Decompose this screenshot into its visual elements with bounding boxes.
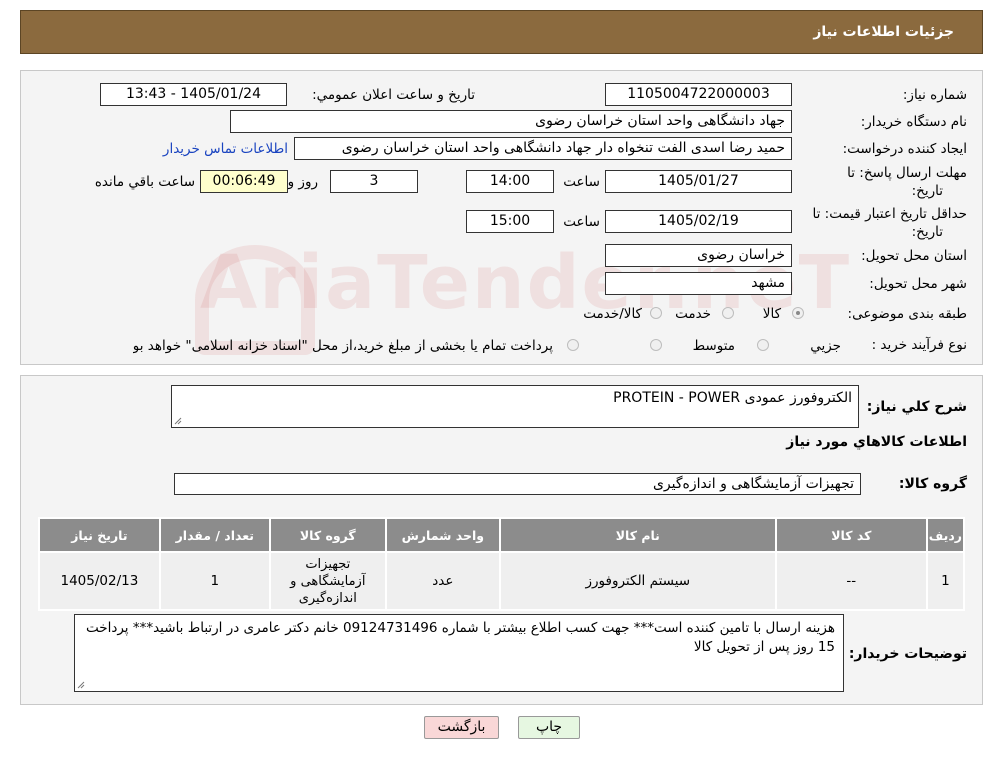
category-radio-goods[interactable] (792, 307, 804, 319)
cell-row: 1 (925, 551, 966, 611)
col-date: تاریخ نیاز (38, 517, 161, 553)
col-row: رديف (925, 517, 966, 553)
countdown-field: 00:06:49 (200, 170, 288, 193)
reply-time-label: ساعت (563, 174, 600, 190)
days-remaining-field: 3 (330, 170, 418, 193)
resize-grip-icon[interactable] (77, 681, 85, 689)
reply-deadline-label: مهلت ارسال پاسخ: تا (847, 165, 967, 181)
cell-date: 1405/02/13 (38, 551, 161, 611)
resize-grip-icon[interactable] (174, 417, 182, 425)
goods-info-heading: اطلاعات كالاهاي مورد نياز (786, 434, 967, 450)
table-row: 1 -- سیستم الکتروفورز عدد تجهیزات آزمایش… (38, 551, 966, 611)
purchase-radio-medium[interactable] (650, 339, 662, 351)
cell-name: سیستم الکتروفورز (498, 551, 777, 611)
days-and-label: روز و (287, 174, 318, 190)
cell-code: -- (774, 551, 928, 611)
validity-label: حداقل تاريخ اعتبار قيمت: تا (812, 206, 967, 222)
city-field: مشهد (605, 272, 792, 295)
reply-date-field: 1405/01/27 (605, 170, 792, 193)
purchase-note: پرداخت تمام يا بخشی از مبلغ خريد،از محل … (133, 338, 553, 354)
category-option-goods-service: کالا/خدمت (583, 306, 642, 322)
province-label: استان محل تحويل: (861, 248, 967, 264)
category-option-service: خدمت (675, 306, 711, 322)
announce-datetime-field: 1405/01/24 - 13:43 (100, 83, 287, 106)
reply-deadline-label-2: تاریخ: (911, 183, 943, 199)
general-desc-text: الکتروفورز عمودی PROTEIN - POWER (613, 390, 852, 406)
page-title: جزئیات اطلاعات نیاز (813, 24, 954, 40)
buyer-notes-text: هزینه ارسال با تامین کننده است*** جهت کس… (85, 620, 835, 655)
province-field: خراسان رضوی (605, 244, 792, 267)
cell-group: تجهیزات آزمایشگاهی و اندازه‌گیری (268, 551, 387, 611)
page-header: جزئیات اطلاعات نیاز (20, 10, 983, 54)
goods-group-field: تجهیزات آزمایشگاهی و اندازه‌گیری (174, 473, 861, 495)
goods-table: رديف کد کالا نام کالا واحد شمارش گروه کا… (38, 517, 966, 611)
purchase-option-minor: جزيي (810, 338, 841, 354)
general-desc-label: شرح كلي نياز: (866, 399, 967, 415)
purchase-type-label: نوع فرآيند خريد : (871, 337, 967, 353)
category-option-goods: کالا (762, 306, 781, 322)
purchase-radio-treasury[interactable] (567, 339, 579, 351)
validity-time-field: 15:00 (466, 210, 554, 233)
validity-label-2: تاريخ: (911, 224, 943, 240)
need-number-label: شماره نیاز: (902, 87, 967, 103)
remaining-label: ساعت باقي مانده (94, 174, 195, 190)
purchase-option-medium: متوسط (692, 338, 735, 354)
col-unit: واحد شمارش (384, 517, 501, 553)
col-name: نام کالا (498, 517, 777, 553)
back-button[interactable]: بازگشت (424, 716, 499, 739)
buyer-notes-field: هزینه ارسال با تامین کننده است*** جهت کس… (74, 614, 844, 692)
print-button[interactable]: چاپ (518, 716, 580, 739)
buyer-org-field: جهاد دانشگاهی واحد استان خراسان رضوی (230, 110, 792, 133)
category-radio-goods-service[interactable] (650, 307, 662, 319)
buyer-org-label: نام دستگاه خريدار: (860, 114, 967, 130)
col-code: کد کالا (774, 517, 928, 553)
cell-qty: 1 (158, 551, 271, 611)
buyer-notes-label: توضیحات خريدار: (848, 646, 967, 662)
category-radio-service[interactable] (722, 307, 734, 319)
requester-field: حمید رضا اسدی الفت تنخواه دار جهاد دانشگ… (294, 137, 792, 160)
purchase-radio-minor[interactable] (757, 339, 769, 351)
city-label: شهر محل تحويل: (869, 276, 967, 292)
goods-table-header: رديف کد کالا نام کالا واحد شمارش گروه کا… (38, 517, 966, 553)
requester-label: ايجاد کننده درخواست: (842, 141, 967, 157)
validity-time-label: ساعت (563, 214, 600, 230)
cell-unit: عدد (384, 551, 501, 611)
announce-datetime-label: تاریخ و ساعت اعلان عمومي: (312, 87, 475, 103)
reply-time-field: 14:00 (466, 170, 554, 193)
validity-date-field: 1405/02/19 (605, 210, 792, 233)
col-group: گروه کالا (268, 517, 387, 553)
goods-group-label: گروه کالا: (898, 476, 967, 492)
col-qty: تعداد / مقدار (158, 517, 271, 553)
category-label: طبقه بندی موضوعی: (847, 306, 967, 322)
need-number-field: 1105004722000003 (605, 83, 792, 106)
general-desc-field: الکتروفورز عمودی PROTEIN - POWER (171, 385, 859, 428)
contact-buyer-link[interactable]: اطلاعات تماس خریدار (163, 141, 288, 157)
